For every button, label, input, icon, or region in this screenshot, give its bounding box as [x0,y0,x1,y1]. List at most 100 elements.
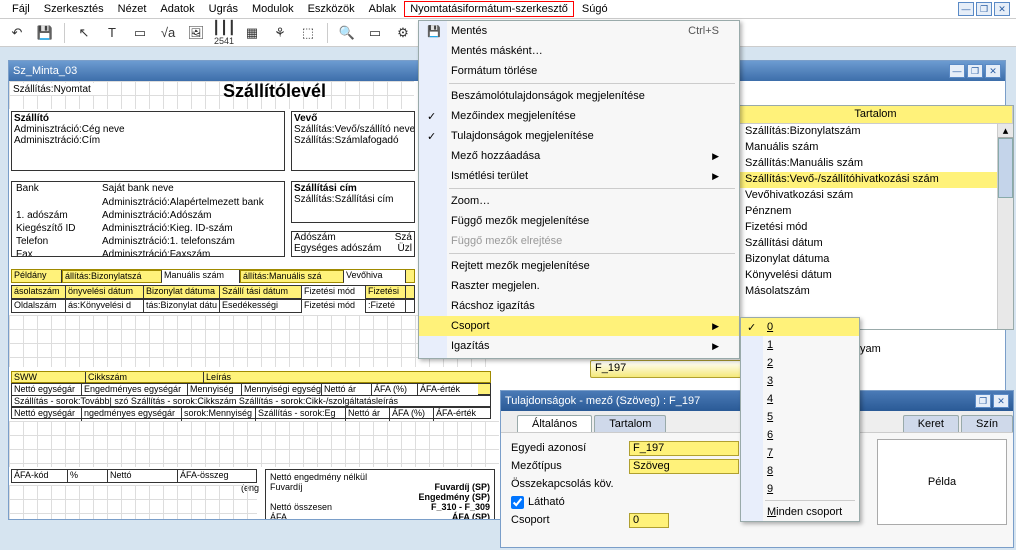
doc-restore-button[interactable]: ❐ [967,64,983,78]
doc-close-button[interactable]: ✕ [985,64,1001,78]
group-submenu-item[interactable]: 5 [741,408,859,426]
field-list-item[interactable]: Szállítás:Bizonylatszám [739,124,1013,140]
header-row[interactable]: Példány állítás:Bizonylatszá Manuális sz… [11,269,415,283]
menu-item[interactable]: Mentés másként… [419,41,739,61]
menu-go[interactable]: Ugrás [203,1,244,17]
menu-item[interactable]: Csoport▶ [419,316,739,336]
group-submenu-item[interactable]: 2 [741,354,859,372]
menu-item[interactable]: Zoom… [419,191,739,211]
menu-item[interactable]: Mező hozzáadása▶ [419,146,739,166]
menu-window[interactable]: Ablak [363,1,403,17]
menu-print-layout-editor[interactable]: Nyomtatásiformátum-szerkesztő [404,1,574,17]
sub-row1[interactable]: ásolatszám önyvelési dátum Bizonylat dát… [11,285,415,299]
field-list-item[interactable]: Bizonylat dátuma [739,252,1013,268]
field-tool[interactable]: ▭ [129,22,151,44]
prop-type[interactable]: Szöveg [629,459,739,474]
bank-box[interactable]: BankSaját bank neve Adminisztráció:Alapé… [11,181,285,257]
group-submenu-item[interactable]: 6 [741,426,859,444]
group-submenu-item[interactable]: 4 [741,390,859,408]
menu-file[interactable]: Fájl [6,1,36,17]
menu-view[interactable]: Nézet [112,1,153,17]
prop-visible-checkbox[interactable] [511,496,524,509]
fieldpanel-tab-content[interactable]: Tartalom [739,106,1013,123]
props-tab-general[interactable]: Általános [517,415,592,432]
field-list-item[interactable]: Szállítás:Vevő-/szállítóhivatkozási szám [739,172,1013,188]
scroll-up[interactable]: ▴ [998,124,1013,138]
shipaddr-box[interactable]: Szállítási cím Szállítás:Szállítási cím [291,181,415,223]
scroll-thumb[interactable] [998,138,1013,198]
main-close-button[interactable]: ✕ [994,2,1010,16]
group-submenu-item[interactable]: Minden csoport [741,503,859,521]
main-minimize-button[interactable]: — [958,2,974,16]
field[interactable]: Szállítás:Számlafogadó [294,135,399,146]
afa-header[interactable]: ÁFA-kód % Nettó ÁFA-összeg [11,469,257,483]
picture-tool[interactable]: 🖼 [185,22,207,44]
menu-item[interactable]: Ismétlési terület▶ [419,166,739,186]
menu-edit[interactable]: Szerkesztés [38,1,110,17]
props-restore-button[interactable]: ❐ [975,394,991,408]
group-submenu-item[interactable]: 7 [741,444,859,462]
menu-data[interactable]: Adatok [154,1,200,17]
text-tool[interactable]: T [101,22,123,44]
field-print[interactable]: Szállítás:Nyomtat [11,83,107,95]
undo-button[interactable]: ↶ [6,22,28,44]
menu-help[interactable]: Súgó [576,1,614,17]
line-top-row[interactable]: SWW Cikkszám Leírás [11,371,491,383]
menu-item[interactable]: Raszter megjelen. [419,276,739,296]
field-list-item[interactable]: Másolatszám [739,284,1013,300]
menu-item[interactable]: 💾MentésCtrl+S [419,21,739,41]
group-submenu-item[interactable]: 1 [741,336,859,354]
field[interactable]: Adminisztráció:Cég neve [14,124,125,135]
field[interactable]: Szállítás:Vevő/szállító neve [294,124,415,135]
settings-tool[interactable]: ⚙ [392,22,414,44]
cursor-tool[interactable]: ↖ [73,22,95,44]
menu-modules[interactable]: Modulok [246,1,300,17]
misc-box[interactable]: AdószámSzá Egységes adószámÜzl [291,231,415,257]
group-submenu-item[interactable]: 8 [741,462,859,480]
props-tab-content[interactable]: Tartalom [594,415,666,432]
menu-item[interactable]: Függő mezők elrejtése [419,231,739,251]
field[interactable]: Adminisztráció:Cím [14,135,100,146]
menu-item[interactable]: ✓Tulajdonságok megjelenítése [419,126,739,146]
line-col-row[interactable]: Nettó egységár Engedményes egységár Menn… [11,383,491,395]
sub-row2[interactable]: Oldalszám ás:Könyvelési d tás:Bizonylat … [11,299,415,313]
menu-item[interactable]: Rácshoz igazítás [419,296,739,316]
main-restore-button[interactable]: ❐ [976,2,992,16]
menu-item[interactable]: Igazítás▶ [419,336,739,356]
misc-tool-1[interactable]: ⚘ [269,22,291,44]
field-list-item[interactable]: Könyvelési dátum [739,268,1013,284]
recipient-box[interactable]: Vevő Szállítás:Vevő/szállító neve Szállí… [291,111,415,171]
menu-item[interactable]: Beszámolótulajdonságok megjelenítése [419,86,739,106]
field-list-item[interactable]: Manuális szám [739,140,1013,156]
menu-item[interactable]: Formátum törlése [419,61,739,81]
field-list-item[interactable]: Vevőhivatkozási szám [739,188,1013,204]
menu-item[interactable]: ✓Mezőindex megjelenítése [419,106,739,126]
save-button[interactable]: 💾 [34,22,56,44]
barcode2-tool[interactable]: ▦ [241,22,263,44]
barcode-tool[interactable]: ┃┃┃2541 [213,22,235,44]
menu-item[interactable]: Rejtett mezők megjelenítése [419,256,739,276]
prop-id[interactable]: F_197 [629,441,739,456]
field-list-item[interactable]: Pénznem [739,204,1013,220]
formula-tool[interactable]: √a [157,22,179,44]
prop-group[interactable]: 0 [629,513,669,528]
props-tab-color[interactable]: Szín [961,415,1013,432]
page-tool[interactable]: ▭ [364,22,386,44]
line-data-row2[interactable]: Nettó egységár ngedményes egységár sorok… [11,407,491,419]
menu-item[interactable]: Függő mezők megjelenítése [419,211,739,231]
field-list[interactable]: Szállítás:BizonylatszámManuális számSzál… [739,124,1013,329]
doc-minimize-button[interactable]: — [949,64,965,78]
group-submenu-item[interactable]: 9 [741,480,859,498]
shipper-box[interactable]: Szállító Adminisztráció:Cég neve Adminis… [11,111,285,171]
props-tab-border[interactable]: Keret [903,415,959,432]
misc-tool-2[interactable]: ⬚ [297,22,319,44]
zoom-tool[interactable]: 🔍 [336,22,358,44]
line-data-row1[interactable]: Szállítás - sorok:Tovább| szó Szállítás … [11,395,491,407]
field-list-item[interactable]: Szállítási dátum [739,236,1013,252]
props-close-button[interactable]: ✕ [993,394,1009,408]
group-submenu-item[interactable]: 3 [741,372,859,390]
field-list-item[interactable]: Fizetési mód [739,220,1013,236]
menu-tools[interactable]: Eszközök [302,1,361,17]
totals-box[interactable]: Nettó engedmény nélkül FuvardíjFuvardíj … [265,469,495,519]
field-list-item[interactable]: Szállítás:Manuális szám [739,156,1013,172]
